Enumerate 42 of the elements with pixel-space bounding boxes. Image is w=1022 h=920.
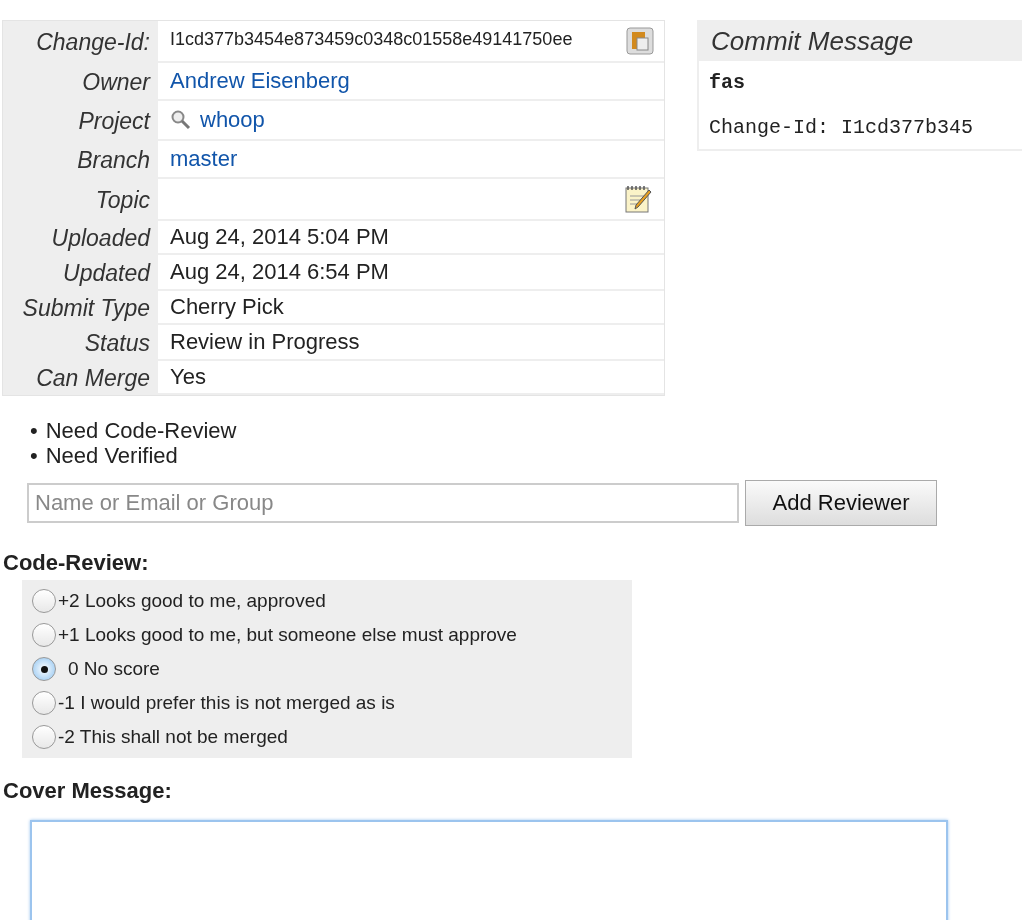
add-reviewer-button[interactable]: Add Reviewer [745,480,937,526]
change-id-value: I1cd377b3454e873459c0348c01558e49141750ee [170,29,573,50]
field-label: Change-Id: [35,27,151,57]
option-label[interactable]: 0 No score [68,658,160,680]
field-label: Submit Type [21,293,151,323]
radio-button[interactable] [32,623,56,647]
bullet-mark: • [30,443,38,468]
radio-button[interactable] [32,725,56,749]
option-label[interactable]: +1 Looks good to me, but someone else must approve [58,624,517,646]
value-link[interactable]: master [170,146,238,172]
search-icon [170,109,192,131]
field-value: Aug 24, 2014 5:04 PM [170,224,389,250]
field-value: Aug 24, 2014 6:54 PM [170,259,389,285]
radio-button[interactable] [32,657,56,681]
field-label: Owner [81,67,152,97]
panel-title: Commit Message [699,22,1022,61]
bullet-mark: • [30,418,38,443]
field-label: Branch [76,145,151,175]
option-label[interactable]: -2 This shall not be merged [58,726,288,748]
field-label: Updated [62,258,152,288]
clipboard-icon[interactable] [626,27,654,55]
field-label: Can Merge [35,363,151,393]
option-label[interactable]: +2 Looks good to me, approved [58,590,326,612]
option-label[interactable]: -1 I would prefer this is not merged as is [58,692,395,714]
needed-label: Need Code-Review [45,418,237,443]
notepad-pencil-icon[interactable] [624,184,654,214]
commit-footer: Change-Id: I1cd377b345 [709,116,1012,139]
section-heading: Code-Review: [2,550,150,576]
field-value: Review in Progress [170,329,360,355]
field-label: Project [77,106,152,136]
commit-subject: fas [709,71,746,94]
field-value: Cherry Pick [170,294,284,320]
field-label: Uploaded [50,223,152,253]
project-link[interactable]: whoop [200,107,265,133]
section-heading: Cover Message: [2,778,173,804]
field-label: Topic [94,185,151,215]
field-value: Yes [170,364,206,390]
radio-button[interactable] [32,589,56,613]
needed-label: Need Verified [45,443,178,468]
reviewer-input-field[interactable]: Name or Email or Group [27,483,739,523]
radio-button[interactable] [32,691,56,715]
field-label: Status [83,328,151,358]
